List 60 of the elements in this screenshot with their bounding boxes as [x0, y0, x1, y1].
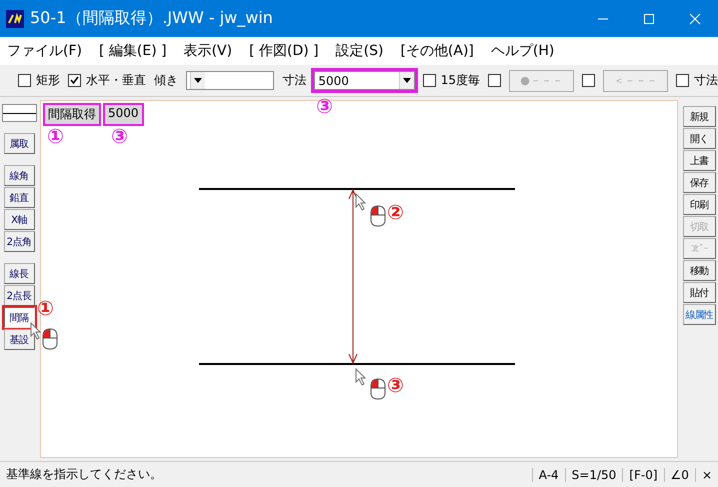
toolbar-button[interactable]: 新規	[682, 106, 716, 127]
toolbar-button[interactable]: 線属性	[682, 304, 716, 325]
status-field: [F-0]	[622, 468, 664, 482]
tool-button[interactable]: X軸	[4, 209, 34, 230]
menu-item[interactable]: [ 作図(D) ]	[249, 42, 319, 60]
checkbox[interactable]	[582, 74, 596, 87]
tool-button[interactable]: 2点角	[4, 231, 34, 252]
checkbox[interactable]	[18, 74, 31, 87]
status-field: A-4	[532, 468, 565, 482]
status-field: ∠0	[664, 468, 695, 482]
menu-item[interactable]: [ 編集(E) ]	[98, 42, 167, 60]
toolbar-button[interactable]: 保存	[682, 172, 716, 193]
app-logo-icon	[6, 10, 24, 28]
tool-button[interactable]: 線長	[4, 263, 34, 284]
toolbar-button[interactable]: 移動	[682, 260, 716, 281]
step-number: ③	[387, 375, 404, 395]
menu-item[interactable]: ファイル(F)	[7, 42, 82, 60]
combo-box[interactable]: 5000	[314, 71, 415, 90]
tool-button[interactable]: 間隔	[4, 307, 34, 328]
status-field: ×	[694, 468, 718, 482]
toolbar-button[interactable]: 上書	[682, 150, 716, 171]
step-number: ③	[111, 126, 128, 146]
tool-button[interactable]: 基設	[4, 329, 34, 350]
step-number: ①	[47, 126, 64, 146]
checkbox[interactable]	[676, 74, 689, 87]
tool-button[interactable]: 鉛直	[4, 187, 34, 208]
status-message: 基準線を指示してください。	[5, 466, 163, 483]
checkbox-label: 水平・垂直	[86, 72, 146, 89]
window-title: 50-1（間隔取得）.JWW - jw_win	[30, 8, 274, 29]
toolbar-button[interactable]: 貼付	[682, 282, 716, 303]
status-label: 間隔取得	[45, 105, 99, 124]
menu-item[interactable]: 設定(S)	[336, 42, 384, 60]
combo-box[interactable]	[186, 71, 274, 90]
field-label: 寸法	[282, 72, 306, 89]
cursor-arrow-icon	[30, 322, 42, 340]
mouse-icon	[42, 328, 58, 350]
tool-button[interactable]: 属取	[4, 133, 34, 154]
status-field: S=1/50	[564, 468, 622, 482]
step-number: ①	[37, 298, 54, 318]
checkbox[interactable]	[422, 74, 436, 87]
line-style-button[interactable]	[2, 104, 36, 122]
field-label: 傾き	[154, 72, 178, 89]
checkbox-label: 15度毎	[440, 72, 480, 89]
checkbox[interactable]	[488, 74, 502, 87]
step-number: ②	[387, 202, 404, 222]
menu-item[interactable]: 表示(V)	[184, 42, 232, 60]
toolbar-button[interactable]: 開く	[682, 128, 716, 149]
checkbox[interactable]	[68, 74, 81, 87]
mouse-icon	[370, 378, 386, 400]
cursor-arrow-icon	[355, 193, 367, 211]
status-label: 5000	[105, 105, 142, 124]
menu-item[interactable]: ヘルプ(H)	[490, 42, 554, 60]
checkbox-label: 寸法	[694, 72, 718, 89]
menu-item[interactable]: [その他(A)]	[400, 42, 474, 60]
cursor-arrow-icon	[355, 368, 367, 386]
mouse-icon	[370, 205, 386, 227]
toolbar-button[interactable]: 印刷	[682, 194, 716, 215]
tool-button[interactable]: 線角	[4, 165, 34, 186]
checkbox-label: 矩形	[36, 72, 60, 89]
tool-button[interactable]: 2点長	[4, 285, 34, 306]
